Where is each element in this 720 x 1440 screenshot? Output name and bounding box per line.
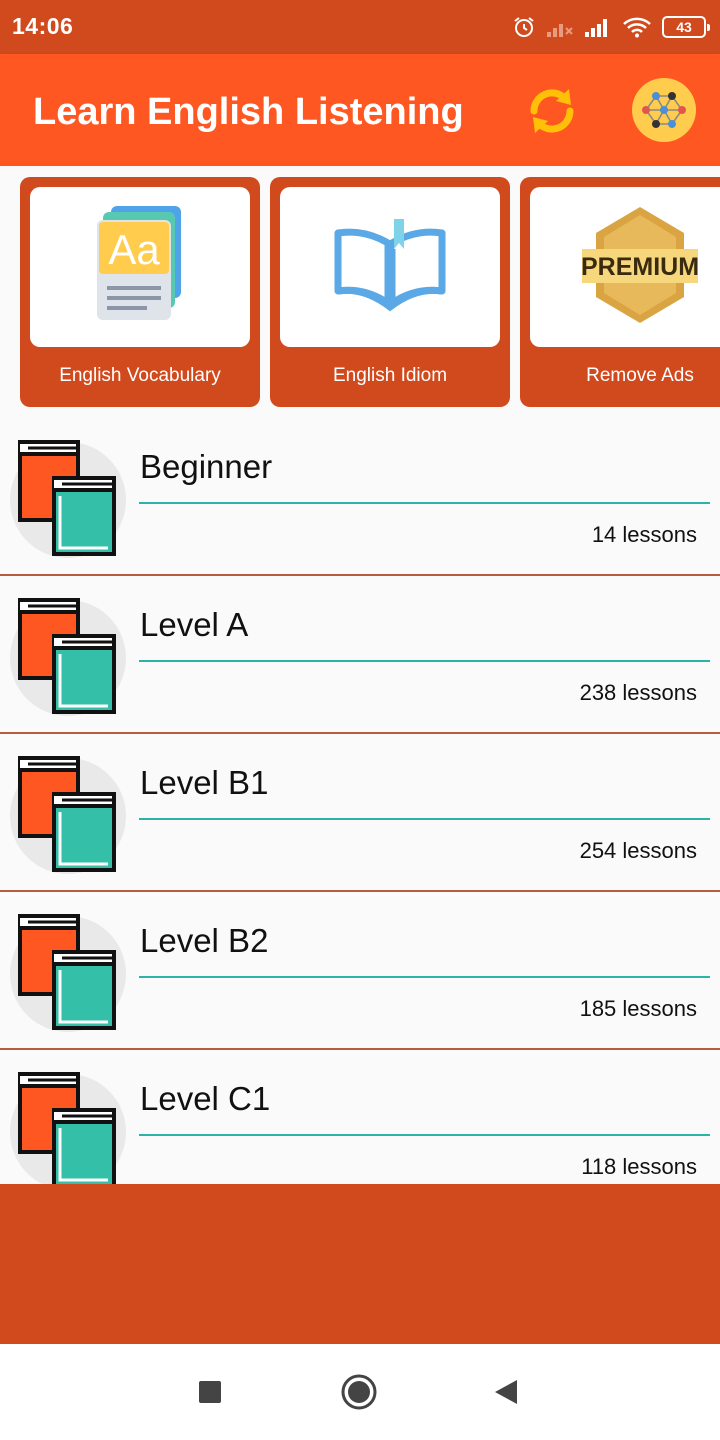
status-icons: 43 [512, 12, 710, 42]
books-icon [8, 1066, 128, 1184]
level-row[interactable]: Level A 238 lessons [0, 576, 720, 734]
divider [139, 502, 710, 504]
divider [139, 976, 710, 978]
home-circle-icon[interactable] [341, 1374, 377, 1410]
card-label: Remove Ads [586, 365, 694, 386]
svg-text:Aa: Aa [108, 226, 160, 273]
divider [139, 818, 710, 820]
lesson-count: 118 lessons [581, 1154, 697, 1179]
level-list: Beginner 14 lessons Level A 238 lessons [0, 418, 720, 1184]
wifi-icon [622, 16, 652, 38]
premium-text: PREMIUM [581, 253, 699, 281]
network-icon[interactable] [632, 78, 696, 142]
sync-icon[interactable] [522, 81, 582, 141]
level-name: Level B1 [140, 764, 269, 801]
card-image [280, 187, 500, 347]
card-remove-ads[interactable]: PREMIUM Remove Ads [520, 177, 720, 407]
status-time: 14:06 [12, 13, 74, 39]
premium-badge-icon: PREMIUM [580, 203, 700, 332]
level-name: Level A [140, 606, 249, 643]
books-icon [8, 434, 128, 560]
battery-icon: 43 [662, 16, 710, 38]
level-name: Level C1 [140, 1080, 271, 1117]
books-icon [8, 908, 128, 1034]
level-row[interactable]: Level C1 118 lessons [0, 1050, 720, 1184]
recents-square-icon[interactable] [192, 1374, 228, 1410]
lesson-count: 185 lessons [579, 996, 697, 1021]
card-label: English Idiom [332, 365, 448, 386]
lesson-count: 238 lessons [579, 680, 697, 705]
vocabulary-cards-icon: Aa [85, 200, 195, 335]
level-row[interactable]: Beginner 14 lessons [0, 418, 720, 576]
signal-icon [584, 16, 612, 38]
system-nav-bar [0, 1344, 720, 1440]
bottom-banner-area [0, 1184, 720, 1344]
card-image: PREMIUM [530, 187, 720, 347]
status-bar: 14:06 43 [0, 0, 720, 54]
open-book-icon [330, 215, 450, 320]
card-label: English Vocabulary [59, 365, 221, 386]
lesson-count: 14 lessons [591, 522, 697, 547]
lesson-count: 254 lessons [579, 838, 697, 863]
level-name: Level B2 [140, 922, 269, 959]
books-icon [8, 592, 128, 718]
app-bar: Learn English Listening [0, 54, 720, 166]
alarm-icon [512, 15, 536, 39]
divider [139, 660, 710, 662]
card-english-vocabulary[interactable]: Aa English Vocabulary [20, 177, 260, 407]
level-row[interactable]: Level B1 254 lessons [0, 734, 720, 892]
divider [139, 1134, 710, 1136]
level-row[interactable]: Level B2 185 lessons [0, 892, 720, 1050]
books-icon [8, 750, 128, 876]
card-english-idiom[interactable]: English Idiom [270, 177, 510, 407]
signal-no-service-icon [546, 16, 574, 38]
level-name: Beginner [140, 448, 273, 485]
feature-cards: Aa English Vocabulary English Idiom PREM… [0, 166, 720, 418]
app-title: Learn English Listening [33, 91, 464, 133]
card-image: Aa [30, 187, 250, 347]
back-triangle-icon[interactable] [488, 1374, 524, 1410]
